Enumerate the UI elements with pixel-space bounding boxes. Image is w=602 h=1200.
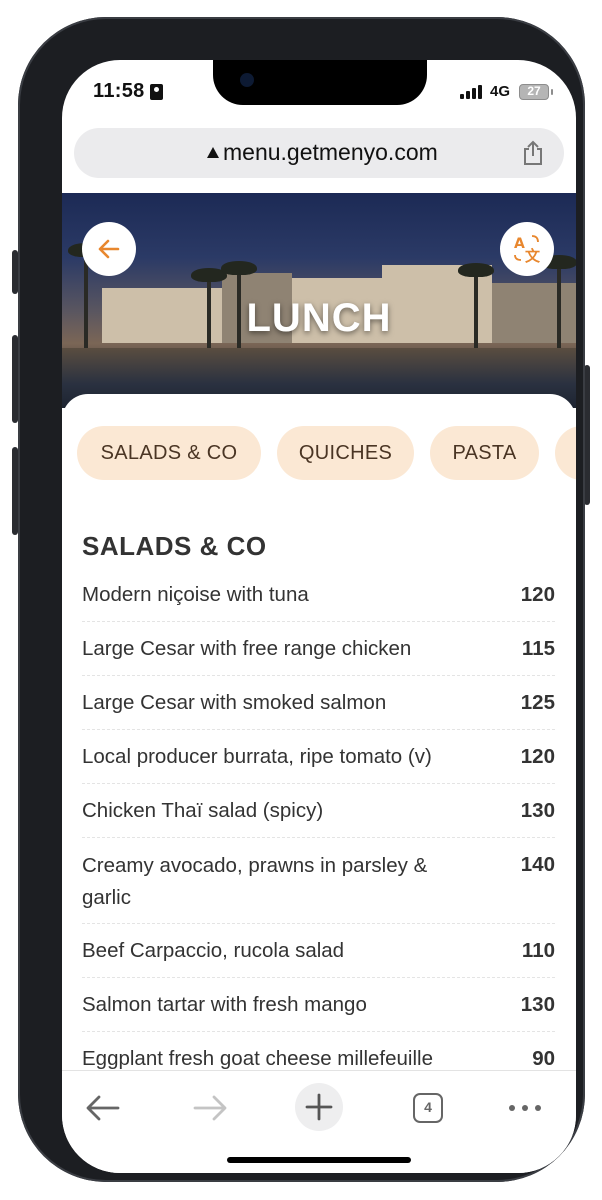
menu-sheet: SALADS & CO QUICHES PASTA SALADS & CO Mo…	[62, 394, 576, 1084]
signal-icon	[460, 85, 484, 99]
tabs-button[interactable]: 4	[405, 1085, 451, 1131]
plus-icon	[305, 1093, 333, 1121]
browser-back-button[interactable]	[80, 1085, 126, 1131]
arrow-right-icon	[193, 1095, 227, 1121]
menu-item-name: Chicken Thaï salad (spicy)	[82, 799, 324, 822]
address-bar[interactable]: menu.getmenyo.com	[74, 128, 564, 178]
menu-item-name: Salmon tartar with fresh mango	[82, 993, 367, 1016]
category-tabs: SALADS & CO QUICHES PASTA	[77, 426, 576, 480]
tab-next-partial[interactable]	[555, 426, 576, 480]
menu-item-list: Modern niçoise with tuna 120 Large Cesar…	[82, 568, 555, 1084]
menu-item-price: 140	[520, 853, 555, 876]
section-title: SALADS & CO	[82, 531, 267, 561]
menu-item[interactable]: Large Cesar with smoked salmon 125	[82, 676, 555, 730]
phone-frame: 11:58 4G 27 menu.getmenyo.com LUNCH A 文 …	[18, 17, 585, 1182]
battery-level: 27	[527, 84, 541, 98]
tab-salads-and-co[interactable]: SALADS & CO	[77, 426, 261, 480]
tab-count: 4	[413, 1093, 443, 1123]
menu-item-price: 130	[520, 993, 555, 1016]
menu-item[interactable]: Local producer burrata, ripe tomato (v) …	[82, 730, 555, 784]
tab-quiches[interactable]: QUICHES	[277, 426, 414, 480]
more-dots-icon	[509, 1105, 541, 1111]
contact-card-icon	[150, 84, 163, 100]
menu-item[interactable]: Beef Carpaccio, rucola salad 110	[82, 924, 555, 978]
browser-toolbar: 4	[62, 1070, 576, 1173]
menu-item-price: 130	[520, 799, 555, 822]
menu-item[interactable]: Modern niçoise with tuna 120	[82, 568, 555, 622]
front-camera	[240, 73, 254, 87]
menu-item[interactable]: Chicken Thaï salad (spicy) 130	[82, 784, 555, 838]
home-indicator[interactable]	[227, 1157, 411, 1163]
back-button[interactable]	[82, 222, 136, 276]
menu-item[interactable]: Salmon tartar with fresh mango 130	[82, 978, 555, 1032]
arrow-left-icon	[98, 239, 120, 259]
svg-text:文: 文	[525, 247, 541, 265]
menu-item[interactable]: Creamy avocado, prawns in parsley & garl…	[82, 838, 555, 924]
url-text[interactable]: menu.getmenyo.com	[223, 139, 438, 166]
menu-item-name: Creamy avocado, prawns in parsley & garl…	[82, 854, 428, 909]
phone-screen: 11:58 4G 27 menu.getmenyo.com LUNCH A 文 …	[62, 60, 576, 1173]
svg-text:A: A	[514, 236, 525, 252]
menu-item[interactable]: Large Cesar with free range chicken 115	[82, 622, 555, 676]
menu-item-price: 125	[520, 691, 555, 714]
tab-pasta[interactable]: PASTA	[430, 426, 539, 480]
menu-item-name: Large Cesar with smoked salmon	[82, 691, 387, 714]
arrow-left-icon	[86, 1095, 120, 1121]
menu-item-name: Local producer burrata, ripe tomato (v)	[82, 745, 432, 768]
more-options-button[interactable]	[502, 1085, 548, 1131]
battery-icon: 27	[519, 84, 553, 100]
translate-button[interactable]: A 文	[500, 222, 554, 276]
menu-item-name: Large Cesar with free range chicken	[82, 637, 412, 660]
menu-item-name: Beef Carpaccio, rucola salad	[82, 939, 345, 962]
share-icon[interactable]	[522, 140, 544, 166]
lock-icon	[207, 147, 219, 158]
notch	[213, 60, 427, 105]
page-title: LUNCH	[246, 296, 392, 340]
menu-item-price: 110	[521, 939, 555, 962]
hero-banner: LUNCH	[62, 193, 576, 408]
network-type: 4G	[490, 83, 511, 100]
browser-forward-button[interactable]	[187, 1085, 233, 1131]
menu-item-name: Modern niçoise with tuna	[82, 583, 309, 606]
new-tab-button[interactable]	[295, 1083, 343, 1131]
menu-item-price: 120	[520, 745, 555, 768]
translate-icon: A 文	[514, 235, 541, 265]
status-time: 11:58	[93, 80, 145, 102]
menu-item-price: 115	[521, 637, 555, 660]
menu-item-price: 120	[520, 583, 555, 606]
